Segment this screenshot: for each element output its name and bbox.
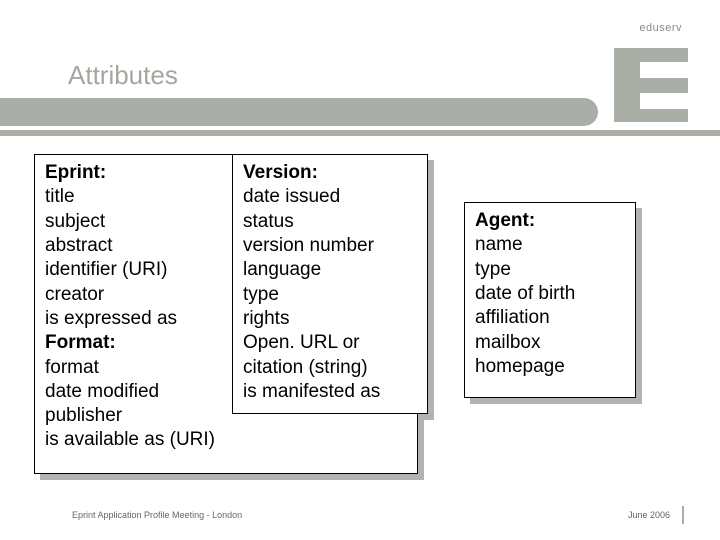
content-area: Eprint: title subject abstract identifie…: [32, 148, 688, 490]
title-bar-thin: [0, 130, 720, 136]
version-attr: citation (string): [243, 356, 417, 380]
format-attr: is available as (URI): [45, 428, 407, 452]
version-attr: Open. URL or: [243, 331, 417, 355]
version-box: Version: date issued status version numb…: [232, 154, 428, 414]
brand-label: eduserv: [639, 22, 682, 34]
version-attr: version number: [243, 234, 417, 258]
agent-attr: name: [475, 233, 625, 257]
agent-attr: date of birth: [475, 282, 625, 306]
agent-attr: mailbox: [475, 331, 625, 355]
title-bar: [0, 98, 598, 126]
agent-attr: affiliation: [475, 306, 625, 330]
footer-right: June 2006: [628, 510, 670, 520]
footer-tick: [682, 506, 684, 524]
agent-attr: homepage: [475, 355, 625, 379]
version-attr: status: [243, 210, 417, 234]
version-attr: date issued: [243, 185, 417, 209]
version-attr: rights: [243, 307, 417, 331]
agent-heading: Agent:: [475, 209, 625, 233]
version-attr: type: [243, 283, 417, 307]
page-title: Attributes: [68, 60, 178, 91]
version-attr: language: [243, 258, 417, 282]
footer-left: Eprint Application Profile Meeting - Lon…: [72, 510, 242, 520]
brand-logo: [614, 48, 688, 122]
version-attr: is manifested as: [243, 380, 417, 404]
agent-attr: type: [475, 258, 625, 282]
version-heading: Version:: [243, 161, 417, 185]
agent-box: Agent: name type date of birth affiliati…: [464, 202, 636, 398]
